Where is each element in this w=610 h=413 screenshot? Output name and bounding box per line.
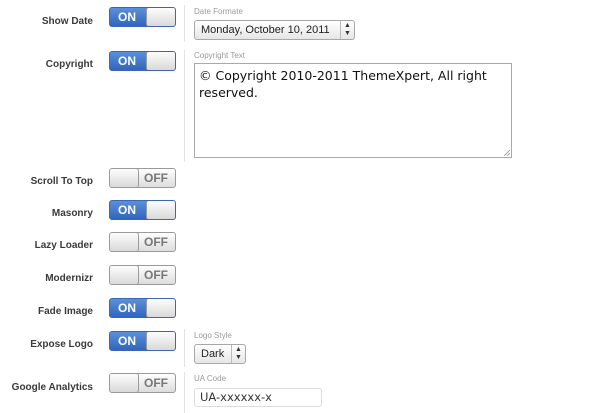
toggle-knob bbox=[146, 299, 175, 317]
label-lazy-loader: Lazy Loader bbox=[34, 240, 93, 251]
logo-style-value: Dark bbox=[201, 348, 225, 360]
masonry-toggle[interactable]: ON bbox=[109, 200, 176, 220]
toggle-state-text: ON bbox=[118, 10, 136, 24]
toggle-state-text: ON bbox=[118, 203, 136, 217]
label-modernizr: Modernizr bbox=[45, 273, 93, 284]
toggle-knob bbox=[110, 266, 139, 284]
ua-code-value: UA-xxxxxx-x bbox=[200, 390, 272, 404]
fade-image-toggle[interactable]: ON bbox=[109, 298, 176, 318]
toggle-state-text: OFF bbox=[144, 235, 168, 249]
toggle-state-text: OFF bbox=[144, 268, 168, 282]
label-scroll-to-top: Scroll To Top bbox=[30, 176, 93, 187]
lazy-loader-toggle[interactable]: OFF bbox=[109, 232, 176, 252]
toggle-state-text: ON bbox=[118, 301, 136, 315]
show-date-toggle[interactable]: ON bbox=[109, 7, 176, 27]
google-analytics-divider bbox=[184, 372, 185, 413]
copyright-toggle[interactable]: ON bbox=[109, 51, 176, 71]
up-down-chevron-icon: ▲ ▼ bbox=[231, 345, 245, 363]
toggle-knob bbox=[110, 374, 139, 392]
toggle-knob bbox=[146, 8, 175, 26]
ua-code-label: UA Code bbox=[194, 374, 227, 383]
date-format-value: Monday, October 10, 2011 bbox=[201, 24, 330, 36]
expose-logo-toggle[interactable]: ON bbox=[109, 331, 176, 351]
toggle-knob bbox=[110, 233, 139, 251]
label-expose-logo: Expose Logo bbox=[30, 339, 93, 350]
resize-grip-icon[interactable] bbox=[504, 150, 510, 156]
toggle-state-text: OFF bbox=[144, 376, 168, 390]
expose-logo-divider bbox=[184, 329, 185, 367]
logo-style-label: Logo Style bbox=[194, 331, 232, 340]
up-down-chevron-icon: ▲ ▼ bbox=[340, 21, 354, 39]
google-analytics-toggle[interactable]: OFF bbox=[109, 373, 176, 393]
copyright-divider bbox=[184, 50, 185, 162]
label-show-date: Show Date bbox=[41, 16, 93, 27]
scroll-to-top-toggle[interactable]: OFF bbox=[109, 168, 176, 188]
label-copyright: Copyright bbox=[45, 59, 93, 70]
toggle-state-text: ON bbox=[118, 54, 136, 68]
show-date-divider bbox=[184, 5, 185, 42]
toggle-state-text: ON bbox=[118, 334, 136, 348]
label-google-analytics: Google Analytics bbox=[11, 382, 93, 393]
date-format-select[interactable]: Monday, October 10, 2011 ▲ ▼ bbox=[194, 20, 355, 40]
copyright-text-area[interactable]: © Copyright 2010-2011 ThemeXpert, All ri… bbox=[194, 63, 512, 158]
label-fade-image: Fade Image bbox=[37, 306, 93, 317]
logo-style-select[interactable]: Dark ▲ ▼ bbox=[194, 344, 246, 364]
toggle-knob bbox=[110, 169, 139, 187]
copyright-text-label: Copyright Text bbox=[194, 51, 245, 60]
date-format-label: Date Formate bbox=[194, 7, 243, 16]
label-masonry: Masonry bbox=[51, 208, 93, 219]
copyright-text-value: © Copyright 2010-2011 ThemeXpert, All ri… bbox=[199, 68, 487, 100]
toggle-knob bbox=[146, 52, 175, 70]
toggle-state-text: OFF bbox=[144, 171, 168, 185]
ua-code-input[interactable]: UA-xxxxxx-x bbox=[194, 388, 322, 407]
toggle-knob bbox=[146, 332, 175, 350]
toggle-knob bbox=[146, 201, 175, 219]
modernizr-toggle[interactable]: OFF bbox=[109, 265, 176, 285]
